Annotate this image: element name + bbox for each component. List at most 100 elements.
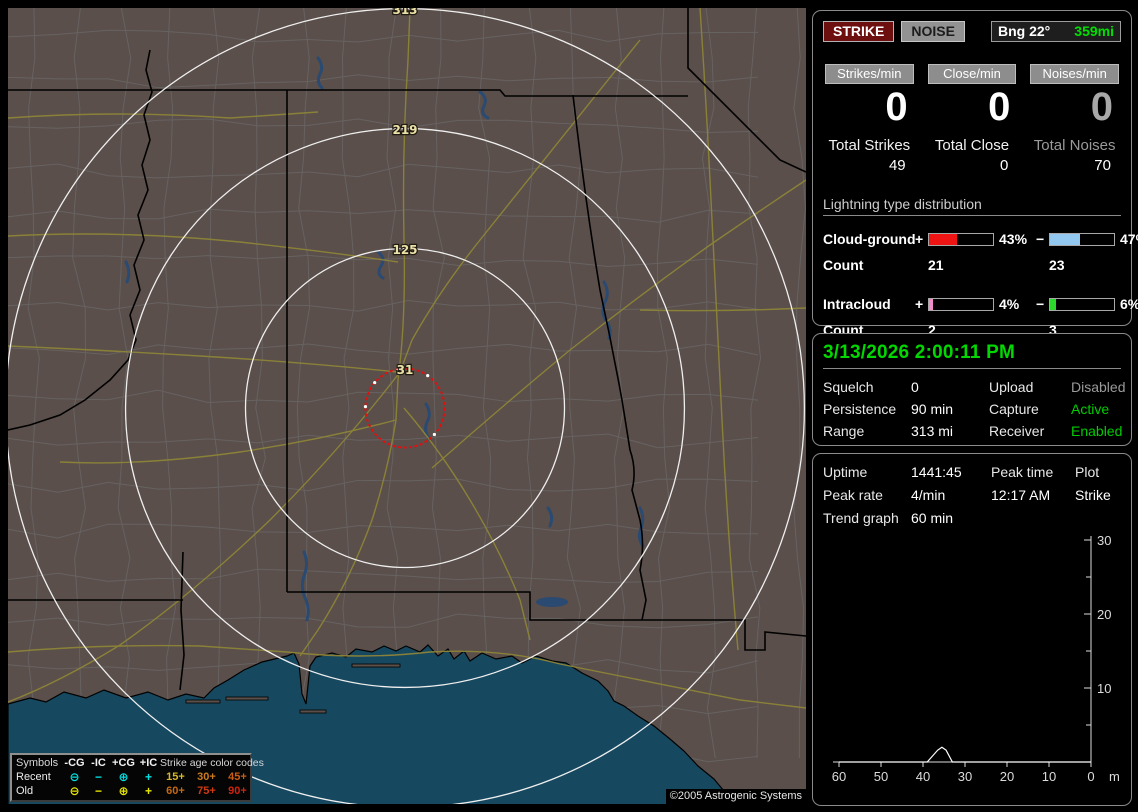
peak-time-label: Peak time	[991, 464, 1054, 480]
svg-text:10: 10	[1042, 769, 1056, 784]
age-75: 75+	[197, 784, 216, 797]
close-per-min-value: 0	[988, 85, 1011, 129]
noise-toggle-button[interactable]: NOISE	[901, 21, 965, 42]
plot-label: Plot	[1075, 464, 1100, 480]
legend-col-nic: -IC	[91, 756, 106, 769]
receiver-status: Enabled	[1071, 423, 1123, 439]
strikes-per-min-header: Strikes/min	[825, 64, 914, 84]
lightning-map[interactable]: 313 219 125 31 Symbols -CG -IC +CG +IC Stri…	[8, 8, 806, 804]
squelch-value: 0	[911, 379, 919, 395]
svg-text:10: 10	[1097, 681, 1111, 696]
legend-row-recent: Recent	[16, 770, 51, 783]
plot-mode-value: Strike	[1075, 487, 1111, 503]
svg-text:20: 20	[1000, 769, 1014, 784]
map-symbol-legend: Symbols -CG -IC +CG +IC Strike age color…	[10, 753, 264, 802]
trend-graph: 60 50 40 30 20 10 0 min 10 20 30	[823, 530, 1130, 799]
uptime-label: Uptime	[823, 464, 868, 480]
svg-text:40: 40	[916, 769, 930, 784]
circle-minus-icon: ⊖	[69, 783, 80, 798]
cg-minus-count: 23	[1049, 257, 1065, 273]
cg-minus-bar-fill	[1050, 233, 1081, 245]
age-30: 30+	[197, 770, 216, 783]
bearing-range-badge: Bng 22° 359mi	[991, 21, 1121, 42]
cg-minus-pct: 47%	[1120, 231, 1138, 247]
svg-text:31: 31	[397, 363, 414, 377]
cg-minus-bar	[1049, 232, 1115, 246]
cg-plus-pct: 43%	[999, 231, 1028, 247]
total-strikes-value: 49	[888, 157, 906, 174]
counters-panel: STRIKE NOISE Bng 22° 359mi Strikes/min 0…	[812, 10, 1138, 338]
total-close-value: 0	[999, 157, 1009, 174]
intracloud-label: Intracloud	[823, 296, 891, 312]
ic-minus-bar-fill	[1050, 298, 1057, 310]
strike-toggle-button[interactable]: STRIKE	[823, 21, 895, 42]
total-noises-label: Total Noises	[1033, 137, 1116, 154]
cg-plus-bar	[928, 232, 994, 246]
uptime-value: 1441:45	[911, 464, 962, 480]
range-value: 359mi	[1074, 23, 1114, 39]
plus-sign: +	[915, 231, 924, 247]
svg-text:50: 50	[874, 769, 888, 784]
cg-plus-bar-fill	[929, 233, 957, 245]
distribution-title: Lightning type distribution	[823, 196, 1121, 216]
persistence-label: Persistence	[823, 401, 897, 417]
ic-minus-pct: 6%	[1120, 296, 1138, 312]
close-column: Close/min 0 Total Close 0	[926, 64, 1019, 174]
plus-icon: +	[144, 783, 152, 798]
age-60: 60+	[166, 784, 185, 797]
peak-time-value: 12:17 AM	[991, 487, 1051, 503]
cg-count-label: Count	[823, 257, 864, 273]
svg-text:30: 30	[1097, 533, 1111, 548]
choctawhatchee-bay	[536, 597, 568, 607]
strikes-column: Strikes/min 0 Total Strikes 49	[823, 64, 916, 174]
capture-label: Capture	[989, 401, 1039, 417]
trend-graph-window: 60 min	[911, 510, 954, 526]
cloud-ground-label: Cloud-ground	[823, 231, 916, 247]
noises-column: Noises/min 0 Total Noises 70	[1028, 64, 1121, 174]
svg-text:20: 20	[1097, 607, 1111, 622]
plus-icon: +	[144, 769, 152, 784]
trend-graph-label: Trend graph	[823, 510, 899, 526]
svg-text:0: 0	[1087, 769, 1094, 784]
squelch-label: Squelch	[823, 379, 874, 395]
capture-status: Active	[1071, 401, 1110, 417]
total-strikes-label: Total Strikes	[828, 137, 911, 154]
ic-plus-pct: 4%	[999, 296, 1020, 312]
peak-rate-value: 4/min	[911, 487, 946, 503]
age-90: 90+	[228, 784, 247, 797]
app-window: 313 219 125 31 Symbols -CG -IC +CG +IC Stri…	[0, 0, 1138, 812]
upload-label: Upload	[989, 379, 1034, 395]
map-canvas[interactable]: 313 219 125 31	[8, 8, 806, 804]
svg-text:219: 219	[392, 123, 417, 137]
age-15: 15+	[166, 770, 185, 783]
svg-text:125: 125	[392, 243, 417, 257]
age-45: 45+	[228, 770, 247, 783]
legend-col-pcg: +CG	[112, 756, 135, 769]
minus-icon: −	[94, 769, 102, 784]
legend-age-header: Strike age color codes	[160, 756, 264, 769]
persistence-value: 90 min	[911, 401, 954, 417]
ic-plus-bar-fill	[929, 298, 934, 310]
plus-sign: +	[915, 296, 924, 312]
copyright-label: ©2005 Astrogenic Systems	[665, 789, 806, 804]
close-per-min-header: Close/min	[927, 64, 1017, 84]
status-panel: 3/13/2026 2:00:11 PM Squelch 0 Upload Di…	[812, 333, 1132, 446]
total-noises-value: 70	[1094, 157, 1111, 174]
minus-sign: −	[1036, 296, 1045, 312]
bearing-value: Bng 22°	[998, 23, 1051, 39]
peak-rate-label: Peak rate	[823, 487, 883, 503]
svg-text:313: 313	[392, 8, 417, 17]
noises-per-min-header: Noises/min	[1030, 64, 1119, 84]
circle-minus-icon: ⊖	[69, 769, 80, 784]
trend-panel: Uptime 1441:45 Peak time Plot Peak rate …	[812, 453, 1132, 806]
total-close-label: Total Close	[934, 137, 1010, 154]
minus-sign: −	[1036, 231, 1045, 247]
svg-text:30: 30	[958, 769, 972, 784]
receiver-label: Receiver	[989, 423, 1045, 439]
range-setting-value: 313 mi	[911, 423, 954, 439]
legend-symbols-header: Symbols	[16, 756, 59, 769]
cg-plus-count: 21	[928, 257, 944, 273]
ic-minus-bar	[1049, 297, 1115, 311]
svg-text:min: min	[1109, 769, 1119, 784]
minus-icon: −	[94, 783, 102, 798]
